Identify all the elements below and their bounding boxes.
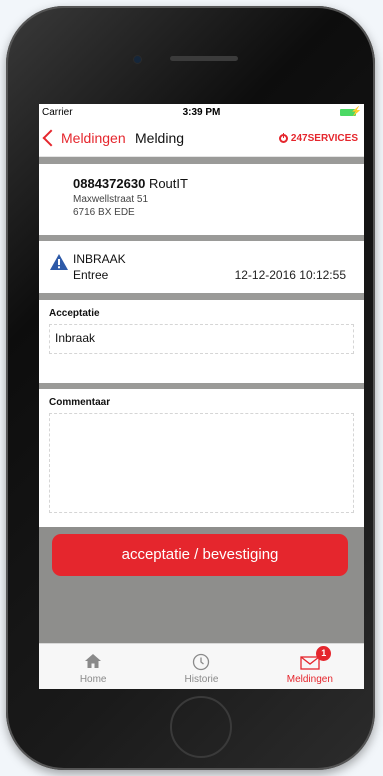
alarm-type: INBRAAK [73, 252, 126, 266]
object-number: 0884372630 [73, 176, 146, 191]
commentaar-field[interactable] [49, 413, 354, 513]
section-divider [39, 293, 364, 300]
history-icon [193, 653, 210, 671]
brand-name: 247SERVICES [290, 133, 358, 144]
tab-home-label: Home [79, 674, 107, 685]
commentaar-section: Commentaar [39, 389, 364, 527]
warning-icon [50, 254, 68, 270]
chevron-left-icon [42, 129, 60, 147]
navigation-bar: Meldingen Melding 247SERVICES [39, 120, 364, 157]
status-time: 3:39 PM [182, 107, 221, 118]
back-label: Meldingen [61, 130, 126, 146]
front-camera [134, 56, 141, 63]
page-title: Melding [135, 130, 185, 146]
alarm-info: INBRAAK Entree 12-12-2016 10:12:55 [39, 241, 364, 293]
phone-frame: Carrier 3:39 PM ⚡ Meldingen Melding 247S… [6, 6, 375, 770]
charging-icon: ⚡ [350, 106, 362, 116]
tab-meldingen-label: Meldingen [286, 674, 333, 685]
brand-logo: 247SERVICES [278, 133, 358, 144]
earpiece-speaker [170, 56, 238, 61]
alarm-datetime: 12-12-2016 10:12:55 [234, 268, 346, 282]
acceptatie-label: Acceptatie [49, 308, 100, 319]
tab-historie[interactable]: Historie [147, 644, 255, 689]
acceptatie-section: Acceptatie Inbraak [39, 300, 364, 383]
acceptatie-field[interactable]: Inbraak [49, 324, 354, 354]
action-area: acceptatie / bevestiging [39, 527, 364, 651]
home-button[interactable] [170, 696, 232, 758]
power-icon [278, 133, 288, 143]
app-screen: Carrier 3:39 PM ⚡ Meldingen Melding 247S… [39, 104, 364, 689]
address-line-1: Maxwellstraat 51 [73, 194, 149, 205]
tab-home[interactable]: Home [39, 644, 147, 689]
alarm-zone: Entree [73, 268, 109, 282]
object-owner: RoutIT [148, 176, 188, 191]
acceptatie-bevestiging-button[interactable]: acceptatie / bevestiging [52, 534, 348, 576]
tab-meldingen[interactable]: 1 Meldingen [256, 644, 364, 689]
back-button[interactable]: Meldingen [42, 129, 126, 147]
object-info: 0884372630 RoutIT Maxwellstraat 51 6716 … [39, 164, 364, 235]
notification-badge: 1 [316, 646, 332, 661]
address-line-2: 6716 BX EDE [73, 207, 135, 218]
section-divider [39, 157, 364, 164]
commentaar-label: Commentaar [49, 397, 111, 408]
tab-bar: Home Historie 1 Meldingen [39, 643, 364, 689]
tab-historie-label: Historie [184, 674, 219, 685]
status-bar: Carrier 3:39 PM ⚡ [39, 104, 364, 120]
home-icon [85, 654, 102, 668]
